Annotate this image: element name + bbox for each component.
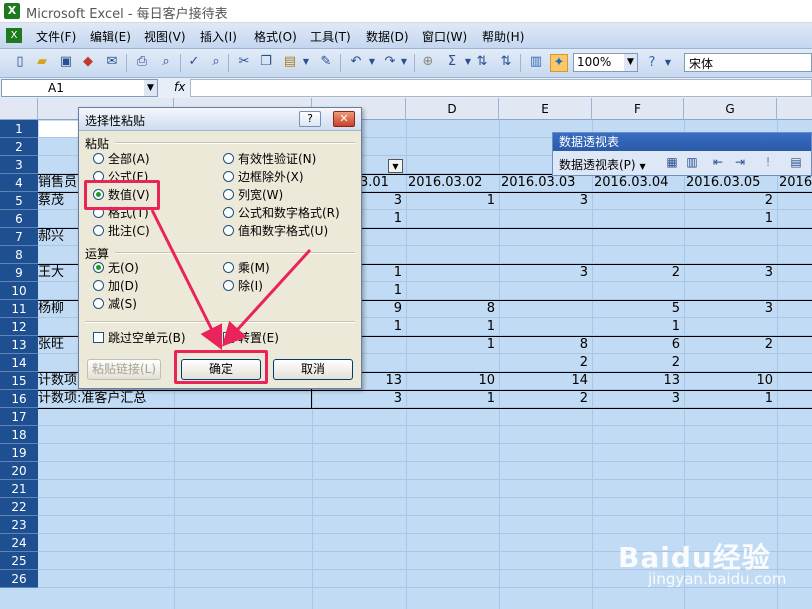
arrow-to-ok [221,248,312,347]
annotation-arrows [150,209,312,351]
baidu-watermark-url: jingyan.baidu.com [648,570,787,588]
arrow-to-ok [150,209,223,351]
